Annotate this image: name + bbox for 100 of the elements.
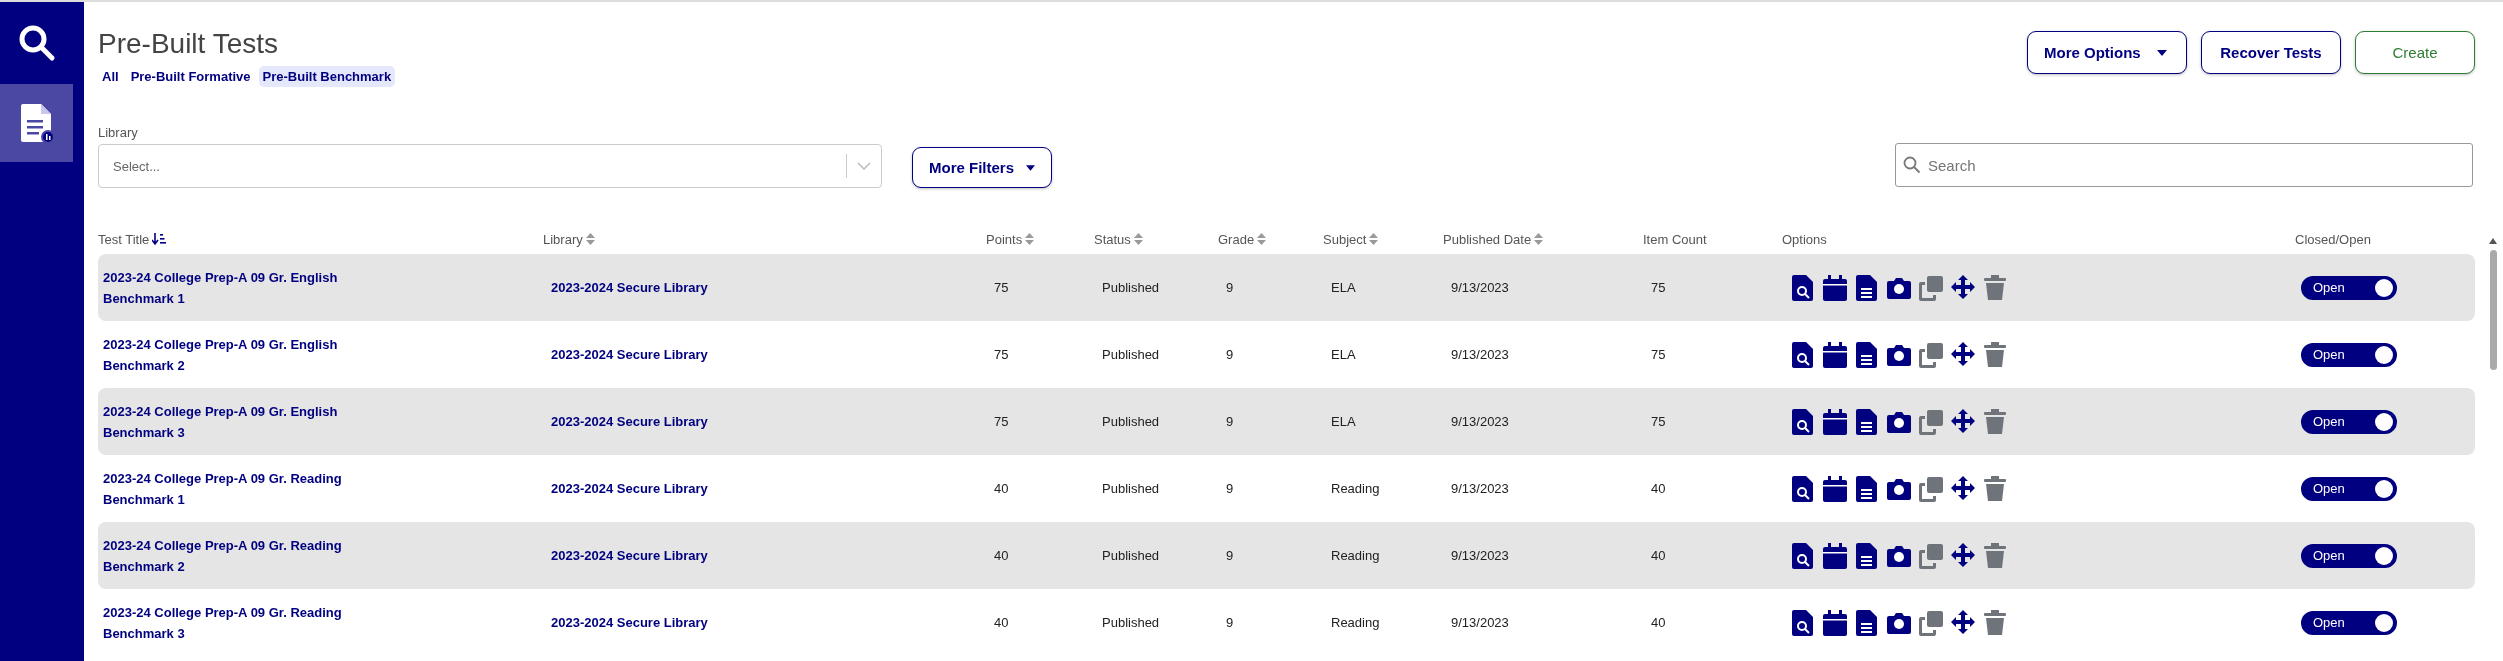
move-arrows-icon[interactable] bbox=[1950, 541, 1976, 570]
test-title-link[interactable]: 2023-24 College Prep-A 09 Gr. Reading Benchmark 1 bbox=[103, 467, 363, 510]
sidebar-item[interactable] bbox=[0, 84, 73, 162]
library-link[interactable]: 2023-2024 Secure Library bbox=[551, 347, 708, 362]
document-icon[interactable] bbox=[1854, 407, 1880, 436]
calendar-icon[interactable] bbox=[1822, 541, 1848, 570]
library-label: Library bbox=[98, 125, 139, 140]
table-cell: 75 bbox=[1651, 280, 1666, 295]
file-search-icon[interactable] bbox=[1790, 608, 1816, 637]
filter-tab[interactable]: Pre-Built Benchmark bbox=[258, 66, 396, 87]
caret-icon bbox=[2156, 49, 2167, 56]
document-icon[interactable] bbox=[1854, 474, 1880, 503]
table-cell: 75 bbox=[994, 280, 1009, 295]
column-header[interactable]: Published Date bbox=[1443, 231, 1532, 247]
filter-tab[interactable]: Pre-Built Formative bbox=[126, 66, 255, 87]
table-cell: Published bbox=[1102, 615, 1160, 630]
dropdown-button[interactable]: More Filters bbox=[912, 147, 1052, 188]
toggle-switch[interactable]: Open bbox=[2301, 610, 2397, 635]
column-header[interactable]: Library bbox=[543, 231, 583, 247]
table-cell: ELA bbox=[1331, 280, 1356, 295]
table-cell: Reading bbox=[1331, 481, 1380, 496]
document-icon[interactable] bbox=[1854, 273, 1880, 302]
table-cell: Reading bbox=[1331, 548, 1380, 563]
table-cell: 40 bbox=[1651, 481, 1666, 496]
document-icon[interactable] bbox=[1854, 340, 1880, 369]
toggle-switch[interactable]: Open bbox=[2301, 409, 2397, 434]
search-field[interactable]: Search bbox=[1895, 143, 2473, 187]
table-cell: 40 bbox=[1651, 615, 1666, 630]
table-cell: 9 bbox=[1226, 414, 1234, 429]
column-header[interactable]: Test Title bbox=[98, 231, 150, 247]
column-header[interactable]: Options bbox=[1782, 231, 1827, 247]
table-cell: 40 bbox=[1651, 548, 1666, 563]
document-icon[interactable] bbox=[1854, 541, 1880, 570]
toggle-switch[interactable]: Open bbox=[2301, 543, 2397, 568]
column-header[interactable]: Grade bbox=[1218, 231, 1255, 247]
library-link[interactable]: 2023-2024 Secure Library bbox=[551, 481, 708, 496]
move-arrows-icon[interactable] bbox=[1950, 608, 1976, 637]
test-title-link[interactable]: 2023-24 College Prep-A 09 Gr. Reading Benchmark 3 bbox=[103, 601, 363, 644]
calendar-icon[interactable] bbox=[1822, 273, 1848, 302]
table-cell: 75 bbox=[1651, 347, 1666, 362]
file-search-icon[interactable] bbox=[1790, 474, 1816, 503]
table-cell: ELA bbox=[1331, 347, 1356, 362]
column-header[interactable]: Subject bbox=[1323, 231, 1367, 247]
test-title-link[interactable]: 2023-24 College Prep-A 09 Gr. English Benchmark 3 bbox=[103, 400, 363, 443]
move-arrows-icon[interactable] bbox=[1950, 407, 1976, 436]
library-select[interactable]: Select... bbox=[98, 144, 882, 188]
library-link[interactable]: 2023-2024 Secure Library bbox=[551, 280, 708, 295]
column-header[interactable]: Item Count bbox=[1643, 231, 1707, 247]
table-cell: 9 bbox=[1226, 347, 1234, 362]
filter-tab[interactable]: All bbox=[98, 66, 123, 87]
file-search-icon[interactable] bbox=[1790, 541, 1816, 570]
calendar-icon[interactable] bbox=[1822, 608, 1848, 637]
table-cell: 40 bbox=[994, 481, 1009, 496]
test-title-link[interactable]: 2023-24 College Prep-A 09 Gr. English Benchmark 1 bbox=[103, 266, 363, 309]
library-link[interactable]: 2023-2024 Secure Library bbox=[551, 414, 708, 429]
sort-icon[interactable] bbox=[1025, 233, 1035, 245]
calendar-icon[interactable] bbox=[1822, 340, 1848, 369]
table-cell: 75 bbox=[994, 414, 1009, 429]
toggle-switch[interactable]: Open bbox=[2301, 476, 2397, 501]
table-cell: 9 bbox=[1226, 481, 1234, 496]
table-cell: Published bbox=[1102, 347, 1160, 362]
column-header[interactable]: Points bbox=[986, 231, 1023, 247]
test-title-link[interactable]: 2023-24 College Prep-A 09 Gr. Reading Benchmark 2 bbox=[103, 534, 363, 577]
table-cell: Published bbox=[1102, 414, 1160, 429]
sort-descending-icon[interactable] bbox=[152, 232, 167, 246]
column-header[interactable]: Closed/Open bbox=[2295, 231, 2371, 247]
move-arrows-icon[interactable] bbox=[1950, 273, 1976, 302]
column-header[interactable]: Status bbox=[1094, 231, 1131, 247]
scroll-up-icon[interactable] bbox=[2489, 238, 2497, 244]
sort-icon[interactable] bbox=[1133, 233, 1143, 245]
create-button[interactable]: Create bbox=[2355, 31, 2475, 74]
file-search-icon[interactable] bbox=[1790, 273, 1816, 302]
sort-icon[interactable] bbox=[1369, 233, 1379, 245]
document-icon[interactable] bbox=[1854, 608, 1880, 637]
toggle-switch[interactable]: Open bbox=[2301, 275, 2397, 300]
table-cell: 9 bbox=[1226, 548, 1234, 563]
library-link[interactable]: 2023-2024 Secure Library bbox=[551, 548, 708, 563]
library-link[interactable]: 2023-2024 Secure Library bbox=[551, 615, 708, 630]
test-title-link[interactable]: 2023-24 College Prep-A 09 Gr. English Benchmark 2 bbox=[103, 333, 363, 376]
toggle-switch[interactable]: Open bbox=[2301, 342, 2397, 367]
sort-icon[interactable] bbox=[1534, 233, 1544, 245]
scrollbar-thumb[interactable] bbox=[2489, 250, 2497, 370]
table-cell: 9/13/2023 bbox=[1451, 615, 1509, 630]
sort-icon[interactable] bbox=[585, 233, 595, 245]
table-cell: 40 bbox=[994, 615, 1009, 630]
table-cell: 9/13/2023 bbox=[1451, 481, 1509, 496]
table-cell: Published bbox=[1102, 548, 1160, 563]
move-arrows-icon[interactable] bbox=[1950, 474, 1976, 503]
chevron-down-icon bbox=[857, 162, 871, 170]
calendar-icon[interactable] bbox=[1822, 474, 1848, 503]
calendar-icon[interactable] bbox=[1822, 407, 1848, 436]
sort-icon[interactable] bbox=[1257, 233, 1267, 245]
table-cell: 9/13/2023 bbox=[1451, 280, 1509, 295]
table-cell: ELA bbox=[1331, 414, 1356, 429]
move-arrows-icon[interactable] bbox=[1950, 340, 1976, 369]
table-cell: 9/13/2023 bbox=[1451, 347, 1509, 362]
file-search-icon[interactable] bbox=[1790, 407, 1816, 436]
file-search-icon[interactable] bbox=[1790, 340, 1816, 369]
action-button[interactable]: Recover Tests bbox=[2201, 31, 2341, 74]
dropdown-button[interactable]: More Options bbox=[2027, 31, 2187, 74]
